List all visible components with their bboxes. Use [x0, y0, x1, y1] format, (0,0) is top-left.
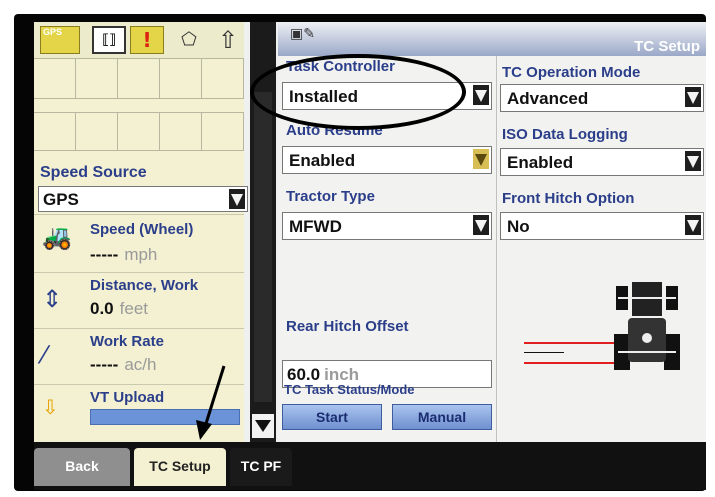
display-screen: GPS ⟦⟧ ! ⬠ ⇧ Speed Source GPS 🚜 Speed (W…	[34, 22, 706, 490]
annotation-arrow-icon	[196, 365, 226, 440]
